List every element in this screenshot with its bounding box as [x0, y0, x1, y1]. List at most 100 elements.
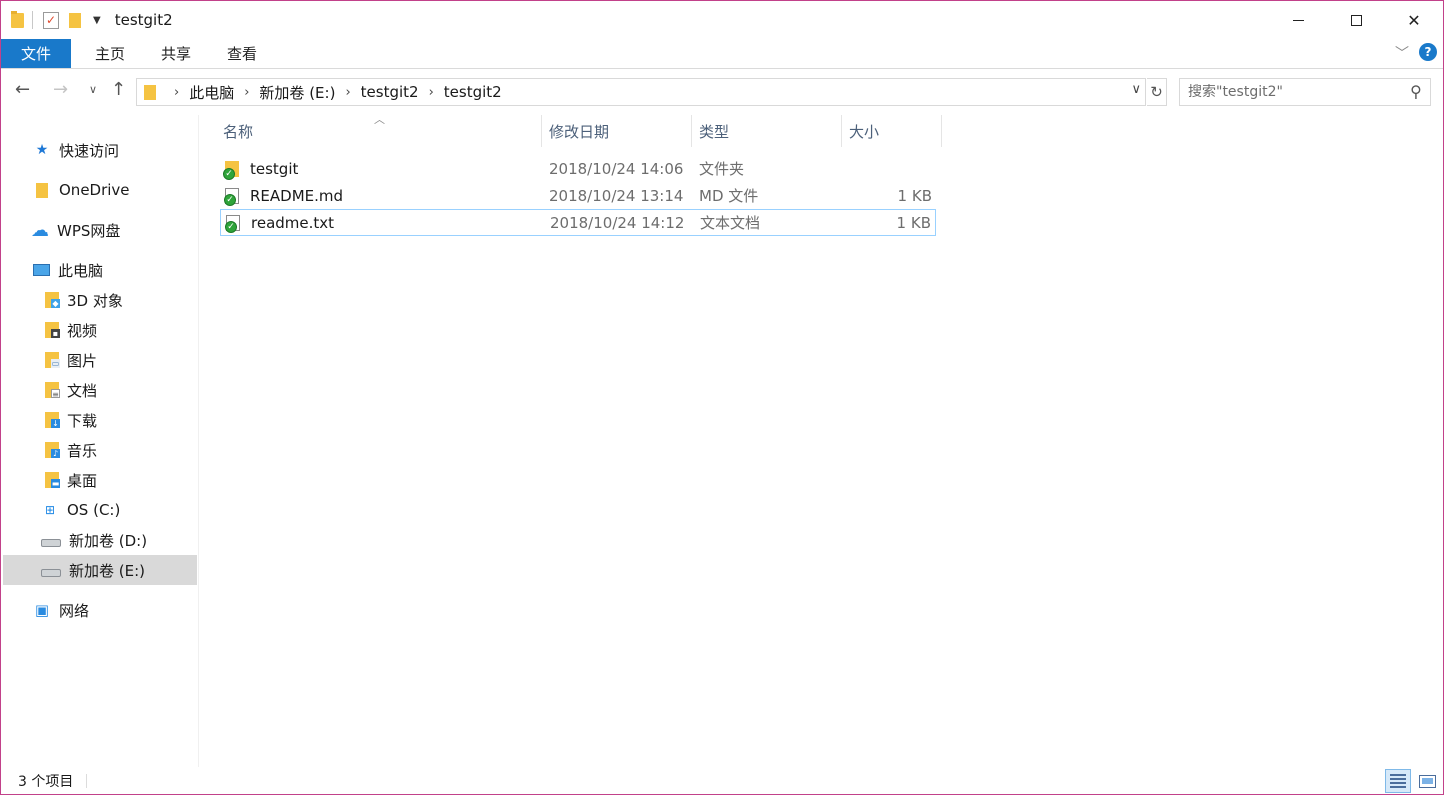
sidebar-item-pictures[interactable]: ▭ 图片	[3, 345, 197, 375]
folder-icon	[144, 84, 156, 100]
maximize-button[interactable]	[1327, 1, 1385, 39]
navigation-bar: ← → ∨ ↑ › 此电脑 › 新加卷 (E:) › testgit2 › te…	[1, 69, 1443, 115]
folder-icon: ✓	[223, 161, 239, 180]
sidebar-item-label: 图片	[67, 351, 98, 370]
file-size: 1 KB	[896, 213, 931, 232]
expand-ribbon-chevron-icon[interactable]: ﹀	[1395, 43, 1409, 63]
column-divider[interactable]	[841, 115, 842, 147]
sidebar-item-label: 快速访问	[59, 141, 120, 160]
tab-share[interactable]: 共享	[143, 39, 209, 68]
breadcrumb-drive-e[interactable]: 新加卷 (E:)	[259, 82, 335, 103]
up-arrow-icon[interactable]: ↑	[111, 79, 126, 100]
close-button[interactable]: ✕	[1385, 1, 1443, 39]
column-divider[interactable]	[941, 115, 942, 147]
sidebar-item-desktop[interactable]: ▬ 桌面	[3, 465, 197, 495]
git-synced-badge-icon: ✓	[223, 168, 235, 180]
sidebar-item-documents[interactable]: ≡ 文档	[3, 375, 197, 405]
sidebar-item-label: 3D 对象	[67, 291, 123, 310]
breadcrumb-chevron-icon[interactable]: ›	[429, 85, 434, 100]
column-header-size[interactable]: 大小	[849, 115, 939, 147]
sidebar-item-label: 视频	[67, 321, 98, 340]
3d-objects-icon: ◆	[45, 292, 60, 308]
column-header-name[interactable]: 名称	[223, 115, 539, 147]
status-bar: 3 个项目	[1, 767, 1443, 794]
address-bar[interactable]: › 此电脑 › 新加卷 (E:) › testgit2 › testgit2 ∨	[136, 78, 1146, 106]
breadcrumb-chevron-icon[interactable]: ›	[345, 85, 350, 100]
maximize-icon	[1350, 14, 1362, 26]
tab-home[interactable]: 主页	[77, 39, 143, 68]
file-name: testgit	[250, 159, 299, 178]
forward-arrow-icon[interactable]: →	[53, 79, 68, 100]
sidebar-item-os-c[interactable]: ⊞ OS (C:)	[3, 495, 197, 525]
back-arrow-icon[interactable]: ←	[15, 79, 30, 100]
sidebar-item-downloads[interactable]: ↓ 下载	[3, 405, 197, 435]
folder-icon	[36, 182, 48, 198]
details-view-button[interactable]	[1385, 769, 1411, 793]
navigation-pane: ★ 快速访问 OneDrive ☁ WPS网盘 此电脑 ◆ 3D 对象 ▪ 视频…	[1, 115, 199, 767]
file-row-readme-md[interactable]: ✓ README.md 2018/10/24 13:14 MD 文件 1 KB	[220, 183, 936, 210]
properties-icon[interactable]: ✓	[43, 11, 59, 29]
tab-file[interactable]: 文件	[1, 39, 72, 68]
refresh-icon: ↻	[1150, 83, 1163, 101]
git-synced-badge-icon: ✓	[224, 194, 236, 206]
sidebar-item-3d-objects[interactable]: ◆ 3D 对象	[3, 285, 197, 315]
search-input[interactable]	[1188, 84, 1398, 100]
sidebar-item-drive-e[interactable]: 新加卷 (E:)	[3, 555, 197, 585]
music-icon: ♪	[45, 442, 60, 458]
help-icon[interactable]: ?	[1419, 43, 1437, 61]
address-history-chevron-icon[interactable]: ∨	[1131, 82, 1141, 97]
windows-drive-icon: ⊞	[44, 503, 56, 517]
customize-toolbar-chevron-icon[interactable]: ▼	[93, 15, 101, 26]
text-file-icon: ✓	[225, 215, 240, 233]
cloud-icon: ☁	[31, 219, 49, 241]
star-icon: ★	[35, 142, 49, 158]
large-icons-view-button[interactable]	[1414, 769, 1440, 793]
close-icon: ✕	[1407, 10, 1421, 30]
new-folder-icon[interactable]	[69, 12, 81, 28]
column-divider[interactable]	[541, 115, 542, 147]
sidebar-item-videos[interactable]: ▪ 视频	[3, 315, 197, 345]
sidebar-item-network[interactable]: ▣ 网络	[3, 595, 197, 625]
sidebar-item-music[interactable]: ♪ 音乐	[3, 435, 197, 465]
sidebar-item-label: 新加卷 (E:)	[69, 561, 146, 580]
sidebar-item-label: 桌面	[67, 471, 98, 490]
details-view-icon	[1390, 774, 1406, 788]
search-icon[interactable]: ⚲	[1410, 82, 1422, 101]
file-name: README.md	[250, 186, 344, 205]
tab-view[interactable]: 查看	[209, 39, 275, 68]
git-synced-badge-icon: ✓	[225, 221, 237, 233]
sidebar-item-wps-cloud[interactable]: ☁ WPS网盘	[3, 215, 197, 245]
item-count: 3 个项目	[18, 773, 74, 790]
recent-locations-chevron-icon[interactable]: ∨	[89, 83, 97, 96]
minimize-button[interactable]	[1269, 1, 1327, 39]
column-header-type[interactable]: 类型	[699, 115, 839, 147]
divider	[86, 773, 88, 788]
drive-icon	[41, 569, 61, 577]
window-controls: ✕	[1269, 1, 1443, 39]
refresh-button[interactable]: ↻	[1147, 78, 1167, 106]
pictures-icon: ▭	[45, 352, 60, 368]
breadcrumb-chevron-icon[interactable]: ›	[244, 85, 249, 100]
breadcrumb-testgit2[interactable]: testgit2	[361, 83, 419, 101]
breadcrumb-this-pc[interactable]: 此电脑	[189, 82, 234, 103]
breadcrumb-chevron-icon[interactable]: ›	[174, 85, 179, 100]
column-header-date[interactable]: 修改日期	[549, 115, 689, 147]
drive-icon	[41, 539, 61, 547]
sidebar-item-quick-access[interactable]: ★ 快速访问	[3, 135, 197, 165]
file-name: readme.txt	[251, 213, 335, 232]
sidebar-item-this-pc[interactable]: 此电脑	[3, 255, 197, 285]
desktop-icon: ▬	[45, 472, 60, 488]
search-box[interactable]: ⚲	[1179, 78, 1431, 106]
title-bar: ✓ ▼ testgit2 ✕	[1, 1, 1443, 39]
sidebar-item-drive-d[interactable]: 新加卷 (D:)	[3, 525, 197, 555]
large-icons-view-icon	[1418, 774, 1436, 788]
column-divider[interactable]	[691, 115, 692, 147]
window-title: testgit2	[114, 11, 173, 29]
file-row-readme-txt[interactable]: ✓ readme.txt 2018/10/24 14:12 文本文档 1 KB	[220, 209, 936, 236]
breadcrumb-testgit2-current[interactable]: testgit2	[444, 83, 502, 101]
sidebar-item-label: WPS网盘	[57, 221, 121, 240]
file-row-testgit[interactable]: ✓ testgit 2018/10/24 14:06 文件夹	[220, 156, 936, 183]
sidebar-item-onedrive[interactable]: OneDrive	[3, 175, 197, 205]
file-date: 2018/10/24 14:06	[549, 159, 684, 178]
sidebar-item-label: 此电脑	[58, 261, 104, 280]
